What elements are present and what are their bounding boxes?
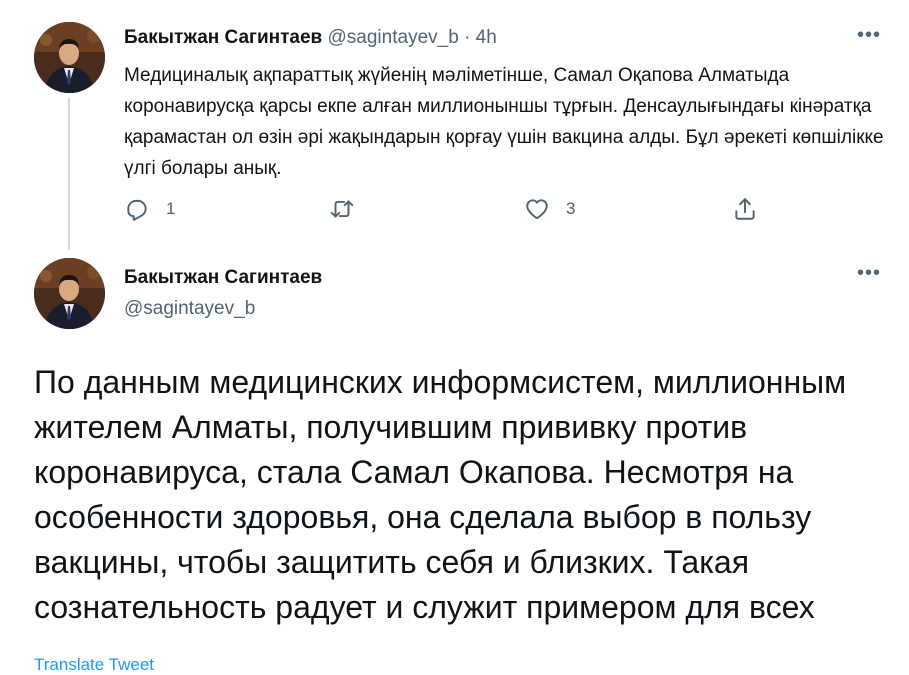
like-button[interactable]: 3 [524,196,575,222]
more-options-icon[interactable]: ••• [857,24,881,47]
profile-photo [34,258,105,329]
reply-count: 1 [166,199,176,218]
avatar[interactable] [34,22,105,93]
author-handle[interactable]: @sagintayev_b [124,298,255,320]
author-name[interactable]: Бакытжан Сагинтаев [124,27,322,48]
retweet-icon [330,200,354,218]
avatar[interactable] [34,258,105,329]
retweet-button[interactable] [329,196,355,222]
heart-icon [526,199,548,220]
thread-connector-line [68,98,70,250]
reply-icon [127,199,147,221]
tweet-header: Бакытжан Сагинтаев @sagintayev_b · 4h [124,27,497,49]
share-button[interactable] [732,196,758,222]
share-icon [735,198,755,220]
tweet-text: Медициналық ақпараттық жүйенің мәліметін… [124,65,884,179]
author-handle[interactable]: @sagintayev_b [328,27,459,48]
profile-photo [34,22,105,93]
more-options-icon[interactable]: ••• [857,262,881,285]
translate-tweet-link[interactable]: Translate Tweet [34,655,154,675]
like-count: 3 [566,199,576,218]
reply-button[interactable]: 1 [124,196,175,222]
author-name[interactable]: Бакытжан Сагинтаев [124,267,322,289]
separator-dot: · [464,27,471,48]
tweet-actions: 1 3 [124,196,764,226]
tweet-text: По данным медицинских информсистем, милл… [34,364,847,625]
tweet-timestamp[interactable]: 4h [476,27,497,48]
